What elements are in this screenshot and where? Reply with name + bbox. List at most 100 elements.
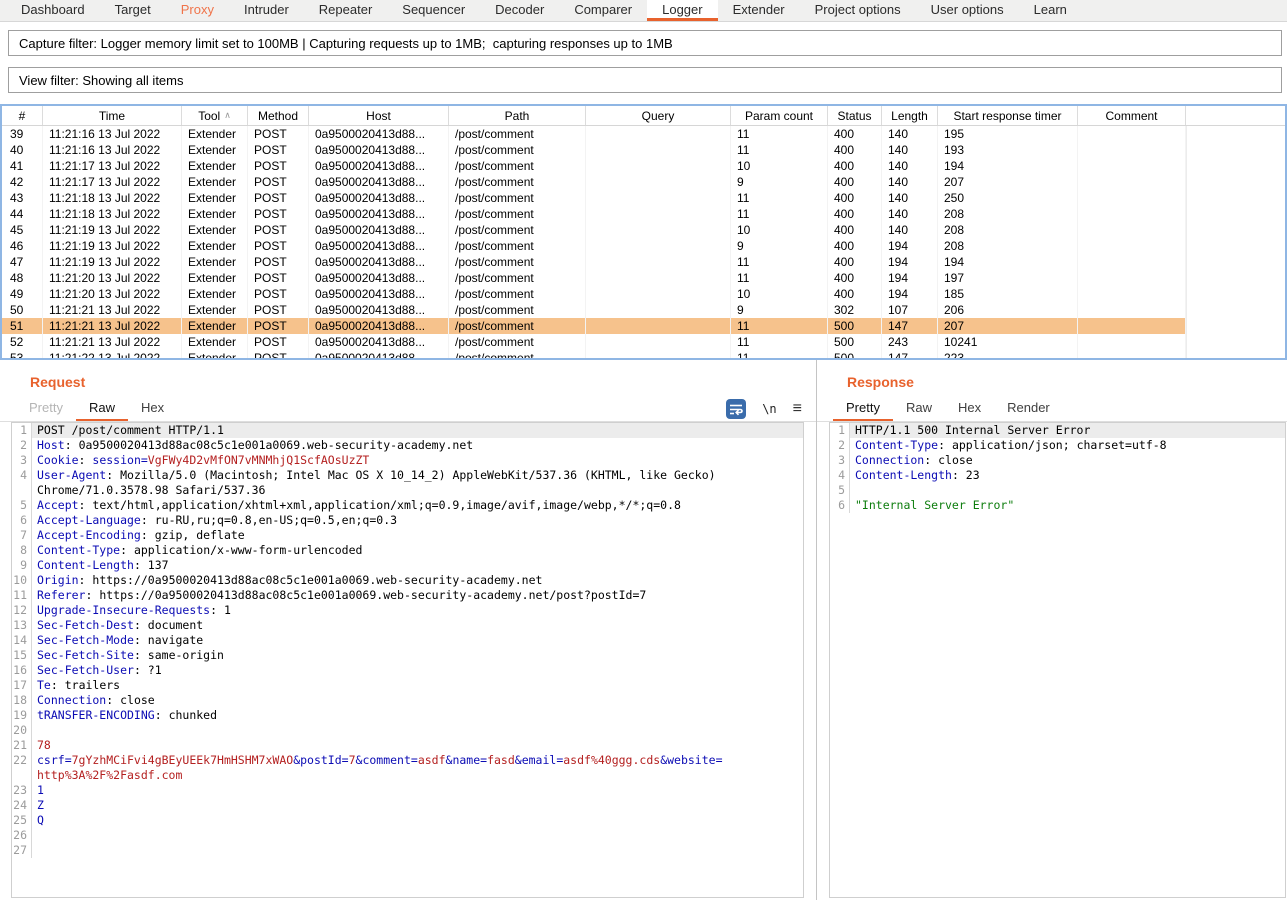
cell [586,142,731,158]
response-editor[interactable]: 1HTTP/1.1 500 Internal Server Error2Cont… [829,422,1286,898]
line-content: Referer: https://0a9500020413d88ac08c5c1… [32,588,803,603]
column-header-label: Time [99,109,125,123]
menu-tab-extender[interactable]: Extender [718,0,800,21]
log-row-51[interactable]: 5111:21:21 13 Jul 2022ExtenderPOST0a9500… [2,318,1285,334]
cell: /post/comment [449,270,586,286]
cell: 50 [2,302,43,318]
log-row-49[interactable]: 4911:21:20 13 Jul 2022ExtenderPOST0a9500… [2,286,1285,302]
menu-tab-sequencer[interactable]: Sequencer [387,0,480,21]
log-row-39[interactable]: 3911:21:16 13 Jul 2022ExtenderPOST0a9500… [2,126,1285,142]
menu-tab-dashboard[interactable]: Dashboard [6,0,100,21]
log-row-42[interactable]: 4211:21:17 13 Jul 2022ExtenderPOST0a9500… [2,174,1285,190]
show-newlines-icon[interactable]: \n [762,402,776,416]
log-row-52[interactable]: 5211:21:21 13 Jul 2022ExtenderPOST0a9500… [2,334,1285,350]
menu-tab-intruder[interactable]: Intruder [229,0,304,21]
cell: 147 [882,318,938,334]
line-number: 16 [12,663,32,678]
row-filler [1186,158,1285,174]
cell [586,174,731,190]
log-row-53[interactable]: 5311:21:22 13 Jul 2022ExtenderPOST0a9500… [2,350,1285,360]
response-tab-pretty[interactable]: Pretty [833,396,893,421]
log-row-46[interactable]: 4611:21:19 13 Jul 2022ExtenderPOST0a9500… [2,238,1285,254]
menu-tab-comparer[interactable]: Comparer [559,0,647,21]
row-filler [1186,270,1285,286]
cell [1078,350,1186,360]
line-content: Origin: https://0a9500020413d88ac08c5c1e… [32,573,803,588]
line-number: 7 [12,528,32,543]
cell [1078,302,1186,318]
editor-menu-icon[interactable]: ≡ [793,401,802,417]
response-tab-raw[interactable]: Raw [893,396,945,421]
view-filter-bar[interactable]: View filter: Showing all items [8,67,1282,93]
cell [1078,174,1186,190]
row-filler [1186,222,1285,238]
log-row-40[interactable]: 4011:21:16 13 Jul 2022ExtenderPOST0a9500… [2,142,1285,158]
line-number: 1 [12,423,32,438]
column-header-comment[interactable]: Comment [1078,106,1186,125]
column-header-tool[interactable]: Tool∧ [182,106,248,125]
request-tab-raw[interactable]: Raw [76,396,128,421]
column-header-length[interactable]: Length [882,106,938,125]
menu-tab-user-options[interactable]: User options [916,0,1019,21]
cell: 400 [828,190,882,206]
editor-line-17: 17Te: trailers [12,678,803,693]
cell: /post/comment [449,158,586,174]
column-header-time[interactable]: Time [43,106,182,125]
column-header-start-response-timer[interactable]: Start response timer [938,106,1078,125]
log-row-48[interactable]: 4811:21:20 13 Jul 2022ExtenderPOST0a9500… [2,270,1285,286]
line-number: 18 [12,693,32,708]
response-tab-render[interactable]: Render [994,396,1063,421]
log-row-43[interactable]: 4311:21:18 13 Jul 2022ExtenderPOST0a9500… [2,190,1285,206]
line-number: 6 [12,513,32,528]
cell: /post/comment [449,126,586,142]
request-panel: Request PrettyRawHex \n ≡ 1POST /post/co… [0,360,817,900]
request-tab-pretty[interactable]: Pretty [16,396,76,421]
request-editor[interactable]: 1POST /post/comment HTTP/1.12Host: 0a950… [11,422,804,898]
menu-tab-repeater[interactable]: Repeater [304,0,387,21]
capture-filter-bar[interactable]: Capture filter: Logger memory limit set … [8,30,1282,56]
response-tab-hex[interactable]: Hex [945,396,994,421]
line-content [32,828,803,843]
column-header-param-count[interactable]: Param count [731,106,828,125]
line-number: 24 [12,798,32,813]
log-row-50[interactable]: 5011:21:21 13 Jul 2022ExtenderPOST0a9500… [2,302,1285,318]
column-header-host[interactable]: Host [309,106,449,125]
cell: /post/comment [449,350,586,360]
line-content: Chrome/71.0.3578.98 Safari/537.36 [32,483,803,498]
cell: 11:21:16 13 Jul 2022 [43,142,182,158]
column-header-method[interactable]: Method [248,106,309,125]
cell: 39 [2,126,43,142]
cell: 400 [828,142,882,158]
log-row-47[interactable]: 4711:21:19 13 Jul 2022ExtenderPOST0a9500… [2,254,1285,270]
log-row-41[interactable]: 4111:21:17 13 Jul 2022ExtenderPOST0a9500… [2,158,1285,174]
cell: Extender [182,206,248,222]
column-header--[interactable]: # [2,106,43,125]
cell: Extender [182,334,248,350]
editor-line-12: 12Upgrade-Insecure-Requests: 1 [12,603,803,618]
request-tab-hex[interactable]: Hex [128,396,177,421]
line-number: 21 [12,738,32,753]
cell: POST [248,302,309,318]
line-content: Upgrade-Insecure-Requests: 1 [32,603,803,618]
editor-line-6: 6Accept-Language: ru-RU,ru;q=0.8,en-US;q… [12,513,803,528]
column-header-query[interactable]: Query [586,106,731,125]
menu-tab-proxy[interactable]: Proxy [166,0,229,21]
column-header-status[interactable]: Status [828,106,882,125]
cell: Extender [182,238,248,254]
editor-line-1: 1HTTP/1.1 500 Internal Server Error [830,423,1285,438]
log-row-45[interactable]: 4511:21:19 13 Jul 2022ExtenderPOST0a9500… [2,222,1285,238]
menu-tab-project-options[interactable]: Project options [800,0,916,21]
cell: 0a9500020413d88... [309,190,449,206]
cell [586,126,731,142]
menu-tab-decoder[interactable]: Decoder [480,0,559,21]
menu-tab-target[interactable]: Target [100,0,166,21]
soft-wrap-icon[interactable] [726,399,746,419]
row-filler [1186,334,1285,350]
menu-tab-learn[interactable]: Learn [1019,0,1082,21]
cell: /post/comment [449,190,586,206]
column-header-path[interactable]: Path [449,106,586,125]
cell: 11:21:20 13 Jul 2022 [43,270,182,286]
menu-tab-logger[interactable]: Logger [647,0,717,21]
cell: 500 [828,318,882,334]
log-row-44[interactable]: 4411:21:18 13 Jul 2022ExtenderPOST0a9500… [2,206,1285,222]
